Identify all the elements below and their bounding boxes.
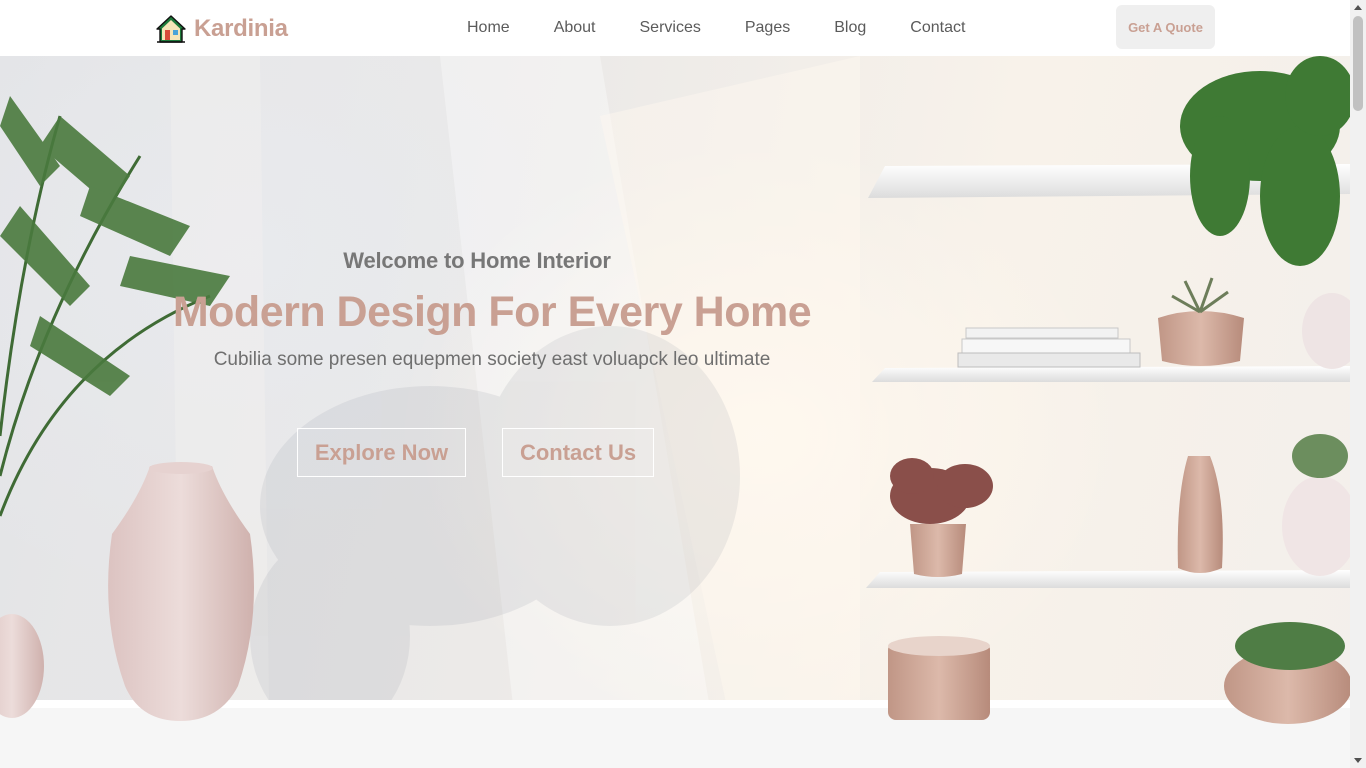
hero-background-image <box>0 56 1350 768</box>
get-a-quote-button[interactable]: Get A Quote <box>1116 5 1215 49</box>
scroll-down-arrow-icon[interactable] <box>1354 758 1362 763</box>
brand-logo[interactable]: Kardinia <box>155 14 288 44</box>
nav-home[interactable]: Home <box>467 19 510 37</box>
nav-about[interactable]: About <box>554 19 596 37</box>
hero-title: Modern Design For Every Home <box>172 288 812 336</box>
nav-services[interactable]: Services <box>640 19 701 37</box>
house-icon <box>156 15 186 43</box>
hero-subtitle: Cubilia some presen equepmen society eas… <box>213 349 771 370</box>
hero-welcome-text: Welcome to Home Interior <box>343 248 611 273</box>
nav-pages[interactable]: Pages <box>745 19 790 37</box>
nav-contact[interactable]: Contact <box>910 19 965 37</box>
site-header: Kardinia Home About Services Pages Blog … <box>0 0 1350 56</box>
main-nav: Home About Services Pages Blog Contact <box>467 19 965 37</box>
scroll-up-arrow-icon[interactable] <box>1354 5 1362 10</box>
hero-section: Welcome to Home Interior Modern Design F… <box>0 56 1350 768</box>
page-scrollbar[interactable] <box>1350 0 1366 768</box>
scrollbar-thumb[interactable] <box>1353 16 1363 111</box>
nav-blog[interactable]: Blog <box>834 19 866 37</box>
explore-now-button[interactable]: Explore Now <box>297 428 466 477</box>
brand-name: Kardinia <box>194 15 288 42</box>
contact-us-button[interactable]: Contact Us <box>502 428 654 477</box>
